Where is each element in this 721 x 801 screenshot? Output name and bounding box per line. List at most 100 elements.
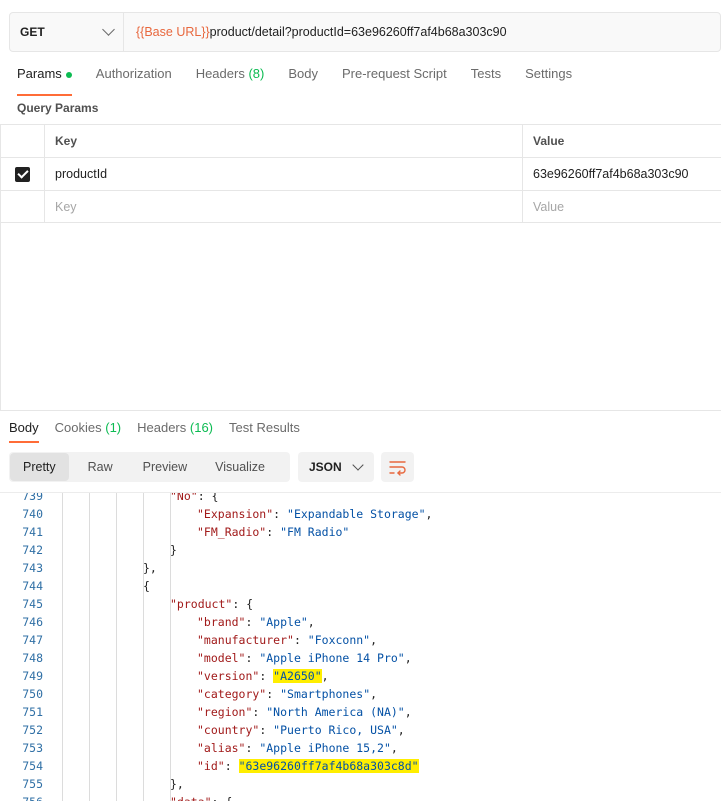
url-bar: GET {{Base URL}}product/detail?productId… [9, 12, 721, 52]
code-line: 742} [0, 541, 721, 559]
json-punct: , [397, 723, 405, 737]
json-punct: , [370, 633, 378, 647]
code-text: }, [170, 775, 184, 793]
code-text: "country": "Puerto Rico, USA", [197, 721, 405, 739]
wrap-lines-button[interactable] [381, 452, 414, 482]
code-line: 755}, [0, 775, 721, 793]
tab-settings[interactable]: Settings [525, 66, 572, 88]
checkbox-checked-icon[interactable] [14, 166, 30, 182]
json-punct: , [404, 651, 412, 665]
json-punct: , [404, 705, 412, 719]
tab-response-body[interactable]: Body [9, 420, 39, 443]
view-visualize-button[interactable]: Visualize [202, 453, 278, 481]
json-key: "data" [170, 795, 212, 801]
row-check-cell [0, 158, 45, 190]
new-key-field[interactable]: Key [46, 191, 523, 222]
line-number: 751 [22, 705, 43, 719]
line-number: 755 [22, 777, 43, 791]
json-string: "Foxconn" [307, 633, 371, 647]
json-string: "Apple iPhone 15,2" [259, 741, 391, 755]
tab-label: Pre-request Script [341, 66, 447, 81]
json-punct: : [245, 741, 260, 755]
code-line: 744 { [0, 577, 721, 595]
tab-tests[interactable]: Tests [471, 66, 501, 88]
query-params-title: Query Params [17, 101, 99, 115]
code-text: "region": "North America (NA)", [197, 703, 412, 721]
tab-count: (1) [105, 420, 122, 435]
json-punct: : [259, 669, 274, 683]
pane-divider[interactable] [0, 410, 721, 411]
json-key: "product" [170, 597, 233, 611]
json-punct: : [293, 633, 308, 647]
wrap-lines-icon [389, 461, 406, 476]
code-text: }, [143, 559, 157, 577]
tab-params[interactable]: Params [17, 66, 72, 96]
line-number: 740 [22, 507, 43, 521]
view-preview-button[interactable]: Preview [130, 453, 200, 481]
tab-label: Params [17, 66, 62, 81]
json-string: "North America (NA)" [266, 705, 405, 719]
param-value[interactable]: 63e96260ff7af4b68a303c90 [524, 158, 721, 190]
new-value-field[interactable]: Value [524, 191, 721, 222]
view-pretty-button[interactable]: Pretty [10, 453, 69, 481]
json-key: "alias" [197, 741, 246, 755]
param-key[interactable]: productId [46, 158, 523, 190]
format-select[interactable]: JSON [298, 452, 374, 482]
json-punct: , [370, 687, 378, 701]
tab-authorization[interactable]: Authorization [96, 66, 172, 88]
row-check-cell [0, 191, 45, 222]
code-line: 749 "version": "A2650", [0, 667, 721, 685]
view-raw-button[interactable]: Raw [75, 453, 126, 481]
json-punct: : [273, 507, 288, 521]
code-line: 750 "category": "Smartphones", [0, 685, 721, 703]
divider [0, 124, 1, 410]
tab-label: Tests [470, 66, 502, 81]
line-number: 739 [22, 492, 43, 503]
code-line: 747 "manufacturer": "Foxconn", [0, 631, 721, 649]
json-punct: }, [143, 561, 157, 575]
table-row: productId 63e96260ff7af4b68a303c90 [0, 157, 721, 190]
method-select[interactable]: GET [10, 13, 124, 51]
url-path: product/detail?productId=63e96260ff7af4b… [209, 25, 507, 39]
json-key: "No" [170, 492, 198, 503]
tab-test-results[interactable]: Test Results [229, 420, 300, 435]
tab-headers[interactable]: Headers (8) [196, 66, 265, 88]
header-check-cell [0, 125, 45, 157]
tab-label: Body [9, 420, 39, 435]
header-key: Key [46, 125, 523, 157]
json-punct: } [170, 543, 177, 557]
line-number: 753 [22, 741, 43, 755]
line-number: 742 [22, 543, 43, 557]
tab-label: Body [288, 66, 318, 81]
json-key: "id" [197, 759, 225, 773]
line-number: 754 [22, 759, 43, 773]
line-number: 746 [22, 615, 43, 629]
format-label: JSON [309, 460, 342, 474]
tab-pre-request-script[interactable]: Pre-request Script [342, 66, 447, 88]
json-punct: : [224, 759, 239, 773]
json-string: "Apple" [259, 615, 308, 629]
line-number: 748 [22, 651, 43, 665]
tab-body[interactable]: Body [288, 66, 318, 88]
request-tabs: Params Authorization Headers (8) Body Pr… [17, 66, 596, 96]
view-mode-group: Pretty Raw Preview Visualize [9, 452, 290, 482]
code-text: "id": "63e96260ff7af4b68a303c8d" [197, 757, 419, 775]
tab-label: Cookies [54, 420, 102, 435]
line-number: 750 [22, 687, 43, 701]
code-line: 748 "model": "Apple iPhone 14 Pro", [0, 649, 721, 667]
table-header: Key Value [0, 124, 721, 157]
tab-count: (16) [189, 420, 214, 435]
response-tabs: Body Cookies (1) Headers (16) Test Resul… [9, 420, 316, 443]
tab-label: Test Results [229, 420, 300, 435]
json-key: "Expansion" [197, 507, 274, 521]
chevron-down-icon [102, 23, 115, 36]
tab-cookies[interactable]: Cookies (1) [55, 420, 121, 435]
json-string: "63e96260ff7af4b68a303c8d" [238, 759, 419, 773]
json-punct: , [307, 615, 315, 629]
url-input[interactable]: {{Base URL}}product/detail?productId=63e… [124, 25, 507, 39]
code-text: } [170, 541, 177, 559]
response-body-editor[interactable]: 739 "No": {740 "Expansion": "Expandable St… [0, 492, 721, 801]
tab-response-headers[interactable]: Headers (16) [137, 420, 213, 435]
json-punct: : { [232, 597, 254, 611]
tab-label: Settings [525, 66, 573, 81]
